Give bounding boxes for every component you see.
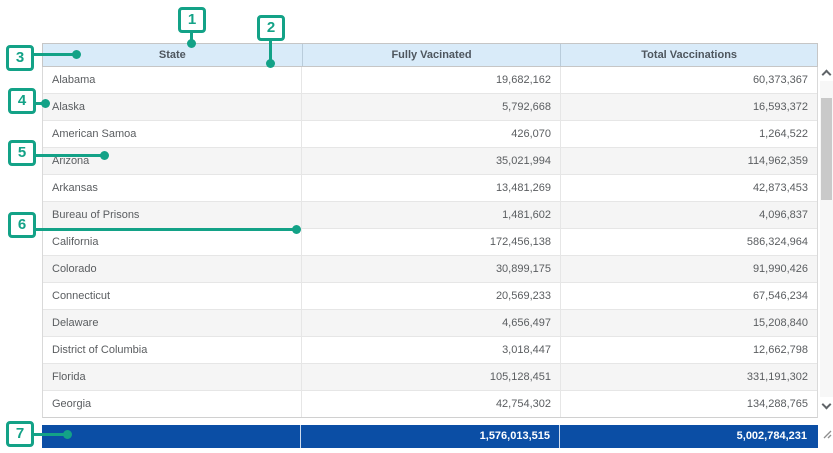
table-row[interactable]: California172,456,138586,324,964 xyxy=(43,229,817,256)
screenshot-canvas: State Fully Vacinated Total Vaccinations… xyxy=(0,0,833,453)
totals-state-cell xyxy=(42,425,300,448)
callout-dot xyxy=(187,39,196,48)
value-cell: 19,682,162 xyxy=(301,67,560,93)
value-cell: 16,593,372 xyxy=(560,94,817,120)
callout-badge: 4 xyxy=(8,88,36,114)
value-cell: 12,662,798 xyxy=(560,337,817,363)
state-cell: California xyxy=(43,229,301,255)
table-body: Alabama19,682,16260,373,367Alaska5,792,6… xyxy=(42,67,818,418)
table-row[interactable]: Bureau of Prisons1,481,6024,096,837 xyxy=(43,202,817,229)
callout-connector xyxy=(33,433,67,436)
column-header-fully-vacinated[interactable]: Fully Vacinated xyxy=(302,44,561,66)
table-row[interactable]: Alabama19,682,16260,373,367 xyxy=(43,67,817,94)
table-header-row: State Fully Vacinated Total Vaccinations xyxy=(42,43,818,67)
callout-badge: 7 xyxy=(6,421,34,447)
totals-row: 1,576,013,515 5,002,784,231 xyxy=(42,425,818,448)
table-row[interactable]: Arkansas13,481,26942,873,453 xyxy=(43,175,817,202)
value-cell: 35,021,994 xyxy=(301,148,560,174)
state-cell: Delaware xyxy=(43,310,301,336)
table-row[interactable]: Georgia42,754,302134,288,765 xyxy=(43,391,817,418)
table-row[interactable]: American Samoa426,0701,264,522 xyxy=(43,121,817,148)
chevron-up-icon xyxy=(822,70,832,80)
state-cell: American Samoa xyxy=(43,121,301,147)
callout-badge: 6 xyxy=(8,212,36,238)
value-cell: 1,481,602 xyxy=(301,202,560,228)
scrollbar-track[interactable] xyxy=(820,81,833,397)
callout-dot xyxy=(266,59,275,68)
callout-dot xyxy=(292,225,301,234)
state-cell: Colorado xyxy=(43,256,301,282)
scrollbar-thumb[interactable] xyxy=(821,98,832,200)
value-cell: 20,569,233 xyxy=(301,283,560,309)
table-row[interactable]: Arizona35,021,994114,962,359 xyxy=(43,148,817,175)
value-cell: 134,288,765 xyxy=(560,391,817,417)
callout-dot xyxy=(63,430,72,439)
table-row[interactable]: Alaska5,792,66816,593,372 xyxy=(43,94,817,121)
state-cell: Georgia xyxy=(43,391,301,417)
state-cell: District of Columbia xyxy=(43,337,301,363)
state-cell: Arizona xyxy=(43,148,301,174)
table-row[interactable]: Florida105,128,451331,191,302 xyxy=(43,364,817,391)
value-cell: 1,264,522 xyxy=(560,121,817,147)
value-cell: 3,018,447 xyxy=(301,337,560,363)
value-cell: 586,324,964 xyxy=(560,229,817,255)
chevron-down-icon xyxy=(822,400,832,410)
state-cell: Florida xyxy=(43,364,301,390)
scroll-up-button[interactable] xyxy=(820,67,833,80)
value-cell: 114,962,359 xyxy=(560,148,817,174)
resize-grip-icon[interactable] xyxy=(821,427,833,439)
value-cell: 5,792,668 xyxy=(301,94,560,120)
value-cell: 13,481,269 xyxy=(301,175,560,201)
table-row[interactable]: Connecticut20,569,23367,546,234 xyxy=(43,283,817,310)
table-body-wrap: Alabama19,682,16260,373,367Alaska5,792,6… xyxy=(42,67,833,418)
value-cell: 42,754,302 xyxy=(301,391,560,417)
value-cell: 42,873,453 xyxy=(560,175,817,201)
vaccination-data-table: State Fully Vacinated Total Vaccinations… xyxy=(42,43,833,450)
scroll-down-button[interactable] xyxy=(820,399,833,412)
table-row[interactable]: Delaware4,656,49715,208,840 xyxy=(43,310,817,337)
value-cell: 30,899,175 xyxy=(301,256,560,282)
totals-fully-vacinated: 1,576,013,515 xyxy=(300,425,559,448)
callout-connector xyxy=(269,40,272,61)
table-row[interactable]: District of Columbia3,018,44712,662,798 xyxy=(43,337,817,364)
callout-connector xyxy=(35,154,103,157)
callout-badge: 5 xyxy=(8,140,36,166)
value-cell: 105,128,451 xyxy=(301,364,560,390)
callout-badge: 1 xyxy=(178,7,206,33)
state-cell: Alaska xyxy=(43,94,301,120)
column-header-total-vaccinations[interactable]: Total Vaccinations xyxy=(560,44,817,66)
callout-dot xyxy=(72,50,81,59)
callout-connector xyxy=(35,228,295,231)
state-cell: Arkansas xyxy=(43,175,301,201)
value-cell: 426,070 xyxy=(301,121,560,147)
callout-dot xyxy=(41,99,50,108)
value-cell: 4,656,497 xyxy=(301,310,560,336)
value-cell: 91,990,426 xyxy=(560,256,817,282)
callout-badge: 3 xyxy=(6,45,34,71)
vertical-scrollbar[interactable] xyxy=(820,67,833,418)
value-cell: 15,208,840 xyxy=(560,310,817,336)
value-cell: 4,096,837 xyxy=(560,202,817,228)
value-cell: 331,191,302 xyxy=(560,364,817,390)
state-cell: Connecticut xyxy=(43,283,301,309)
state-cell: Bureau of Prisons xyxy=(43,202,301,228)
callout-dot xyxy=(100,151,109,160)
callout-connector xyxy=(33,53,75,56)
table-row[interactable]: Colorado30,899,17591,990,426 xyxy=(43,256,817,283)
value-cell: 67,546,234 xyxy=(560,283,817,309)
totals-total-vaccinations: 5,002,784,231 xyxy=(559,425,816,448)
callout-badge: 2 xyxy=(257,15,285,41)
state-cell: Alabama xyxy=(43,67,301,93)
column-header-state[interactable]: State xyxy=(43,44,302,66)
value-cell: 60,373,367 xyxy=(560,67,817,93)
value-cell: 172,456,138 xyxy=(301,229,560,255)
